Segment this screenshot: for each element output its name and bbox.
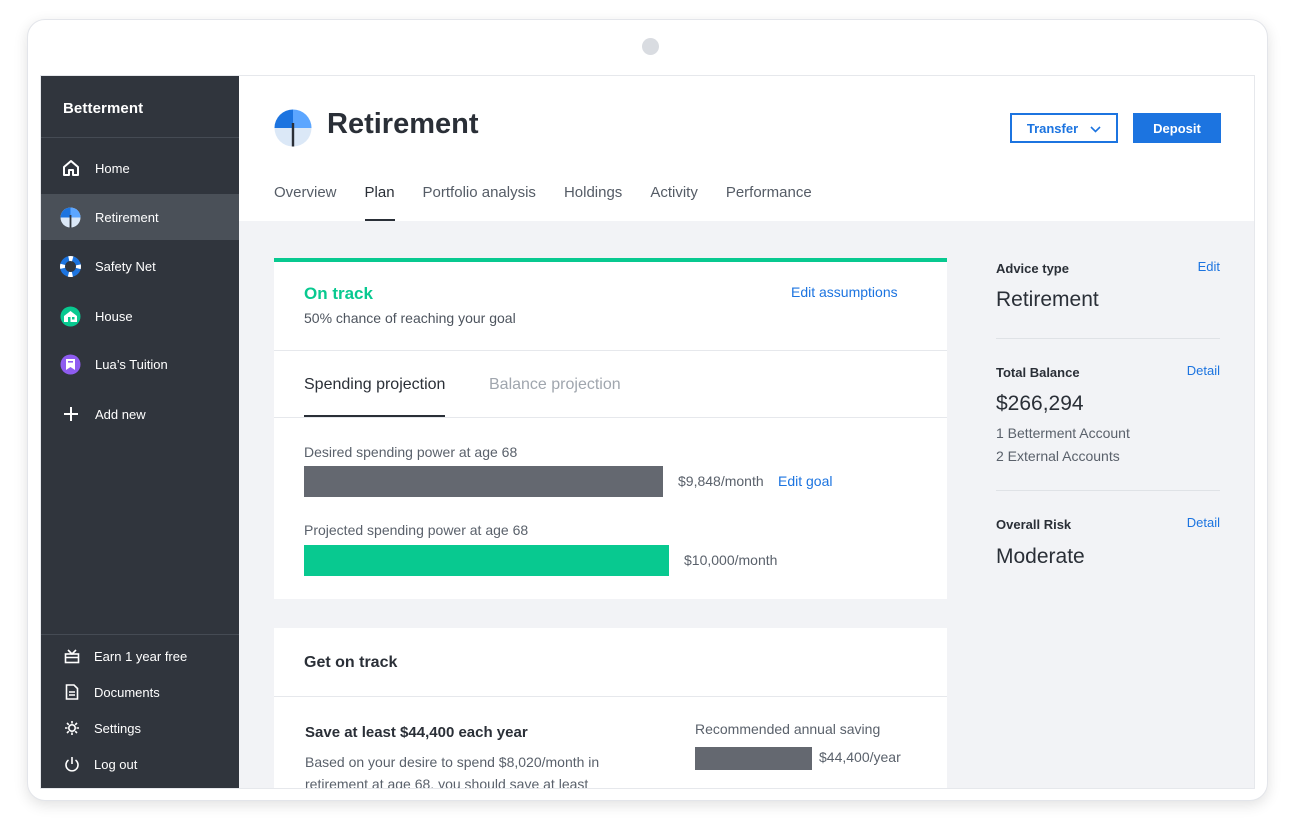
power-icon xyxy=(63,755,81,773)
deposit-button[interactable]: Deposit xyxy=(1133,113,1221,143)
get-on-track-card: Get on track Save at least $44,400 each … xyxy=(274,628,947,789)
device-frame: Betterment Home Retirement Safety Net Ho… xyxy=(27,19,1268,801)
total-balance-label: Total Balance xyxy=(996,365,1080,380)
recommended-saving-label: Recommended annual saving xyxy=(695,721,881,737)
betterment-accounts-count: 1 Betterment Account xyxy=(996,425,1130,441)
transfer-label: Transfer xyxy=(1026,120,1079,136)
save-recommendation-title: Save at least $44,400 each year xyxy=(305,724,528,741)
tab-performance[interactable]: Performance xyxy=(726,184,812,221)
recommended-saving-value: $44,400/year xyxy=(819,749,901,765)
tuition-icon xyxy=(60,354,81,375)
sidebar-footer-label: Log out xyxy=(94,756,138,772)
projected-spending-bar xyxy=(304,545,669,576)
sidebar-item-label: Home xyxy=(95,160,130,176)
plus-icon xyxy=(60,404,81,425)
projected-spending-label: Projected spending power at age 68 xyxy=(304,522,529,538)
sidebar-item-label: Lua’s Tuition xyxy=(95,356,168,372)
desired-spending-label: Desired spending power at age 68 xyxy=(304,444,518,460)
status-badge: On track xyxy=(304,284,373,303)
projected-spending-value: $10,000/month xyxy=(684,552,778,568)
sidebar-item-earn-free[interactable]: Earn 1 year free xyxy=(41,641,239,671)
page-header: Retirement Transfer Deposit Overview Pla… xyxy=(239,76,1254,221)
house-icon xyxy=(60,306,81,327)
sidebar-footer-label: Documents xyxy=(94,684,160,700)
desired-spending-bar xyxy=(304,466,663,497)
sidebar-item-label: House xyxy=(95,308,133,324)
chevron-down-icon xyxy=(1090,121,1101,136)
umbrella-icon xyxy=(60,207,81,228)
tab-overview[interactable]: Overview xyxy=(274,184,337,221)
tab-spending-projection[interactable]: Spending projection xyxy=(304,376,446,417)
edit-assumptions-link[interactable]: Edit assumptions xyxy=(791,284,898,300)
document-icon xyxy=(63,683,81,701)
sidebar-item-documents[interactable]: Documents xyxy=(41,677,239,707)
sidebar-item-home[interactable]: Home xyxy=(41,145,239,191)
sidebar-item-label: Retirement xyxy=(95,209,159,225)
brand-logo[interactable]: Betterment xyxy=(63,100,143,117)
edit-goal-link[interactable]: Edit goal xyxy=(778,473,832,489)
sidebar-item-label: Safety Net xyxy=(95,258,156,274)
page-title: Retirement xyxy=(327,108,479,140)
save-recommendation-text: Based on your desire to spend $8,020/mon… xyxy=(305,754,600,789)
sidebar-divider xyxy=(41,137,239,138)
divider xyxy=(996,490,1220,491)
sidebar-item-add-new[interactable]: Add new xyxy=(41,391,239,437)
divider xyxy=(274,350,947,351)
goal-chance-text: 50% chance of reaching your goal xyxy=(304,310,516,326)
tab-plan[interactable]: Plan xyxy=(364,184,395,221)
gift-icon xyxy=(63,647,81,665)
sidebar-footer-label: Earn 1 year free xyxy=(94,648,188,664)
tab-activity[interactable]: Activity xyxy=(650,184,698,221)
app-screen: Betterment Home Retirement Safety Net Ho… xyxy=(40,75,1255,789)
recommended-saving-bar xyxy=(695,747,812,770)
plan-card: On track 50% chance of reaching your goa… xyxy=(274,258,947,599)
sidebar: Betterment Home Retirement Safety Net Ho… xyxy=(41,76,239,788)
divider xyxy=(274,696,947,697)
overall-risk-value: Moderate xyxy=(996,545,1085,568)
balance-detail-link[interactable]: Detail xyxy=(1187,363,1220,378)
sidebar-item-house[interactable]: House xyxy=(41,293,239,339)
sidebar-item-safety-net[interactable]: Safety Net xyxy=(41,243,239,289)
sidebar-footer-label: Settings xyxy=(94,720,141,736)
divider xyxy=(996,338,1220,339)
tab-holdings[interactable]: Holdings xyxy=(564,184,622,221)
total-balance-value: $266,294 xyxy=(996,392,1084,415)
home-icon xyxy=(60,158,81,179)
sidebar-item-retirement[interactable]: Retirement xyxy=(41,194,239,240)
camera-dot xyxy=(642,38,659,55)
tab-bar: Overview Plan Portfolio analysis Holding… xyxy=(274,184,840,221)
advice-edit-link[interactable]: Edit xyxy=(1198,259,1220,274)
sidebar-divider xyxy=(41,634,239,635)
sidebar-item-logout[interactable]: Log out xyxy=(41,749,239,779)
tab-balance-projection[interactable]: Balance projection xyxy=(489,376,621,417)
desired-spending-value: $9,848/month xyxy=(678,473,764,489)
umbrella-icon xyxy=(274,109,312,147)
advice-type-value: Retirement xyxy=(996,288,1099,311)
overall-risk-label: Overall Risk xyxy=(996,517,1072,532)
transfer-button[interactable]: Transfer xyxy=(1010,113,1118,143)
sidebar-item-label: Add new xyxy=(95,406,146,422)
tab-portfolio-analysis[interactable]: Portfolio analysis xyxy=(423,184,536,221)
divider xyxy=(274,417,947,418)
gear-icon xyxy=(63,719,81,737)
sidebar-item-tuition[interactable]: Lua’s Tuition xyxy=(41,341,239,387)
external-accounts-count: 2 External Accounts xyxy=(996,448,1120,464)
advice-type-label: Advice type xyxy=(996,261,1069,276)
section-title: Get on track xyxy=(304,654,398,671)
sidebar-item-settings[interactable]: Settings xyxy=(41,713,239,743)
life-ring-icon xyxy=(60,255,81,277)
risk-detail-link[interactable]: Detail xyxy=(1187,515,1220,530)
